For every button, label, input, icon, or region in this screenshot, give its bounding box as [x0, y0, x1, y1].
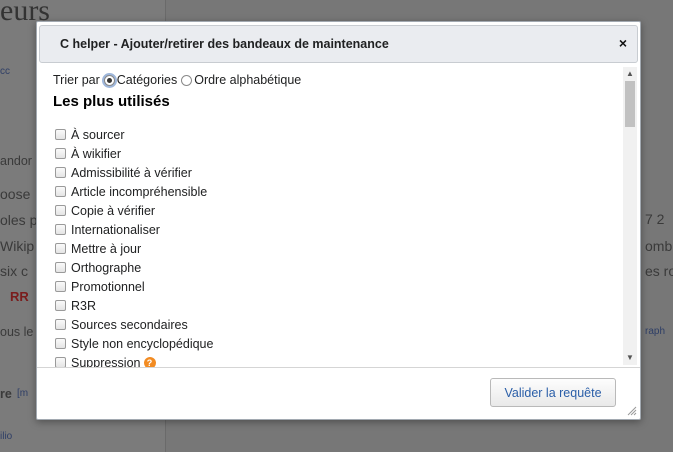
- template-label[interactable]: Suppression: [71, 356, 141, 368]
- list-item: R3R: [55, 296, 213, 315]
- template-checkbox[interactable]: [55, 129, 66, 140]
- background-text: re: [0, 387, 12, 401]
- background-link: ilio: [0, 431, 13, 442]
- resize-grip-icon[interactable]: [627, 406, 637, 416]
- template-label[interactable]: Sources secondaires: [71, 318, 188, 332]
- sort-alphabetical-radio[interactable]: [181, 74, 193, 86]
- template-label[interactable]: Internationaliser: [71, 223, 160, 237]
- template-checkbox[interactable]: [55, 262, 66, 273]
- list-item: Sources secondaires: [55, 315, 213, 334]
- background-text: omb: [645, 238, 673, 254]
- sort-options: Trier par Catégories Ordre alphabétique: [53, 73, 301, 87]
- template-label[interactable]: Promotionnel: [71, 280, 145, 294]
- list-item: Style non encyclopédique: [55, 334, 213, 353]
- scrollbar[interactable]: ▲ ▼: [623, 67, 637, 365]
- scrollbar-thumb[interactable]: [625, 81, 635, 127]
- template-checkbox[interactable]: [55, 167, 66, 178]
- background-text: cc: [0, 66, 10, 77]
- template-checkbox[interactable]: [55, 357, 66, 367]
- list-item: Admissibilité à vérifier: [55, 163, 213, 182]
- background-text: six c: [0, 263, 28, 279]
- background-text: RR: [10, 289, 29, 304]
- template-checkbox[interactable]: [55, 300, 66, 311]
- dialog-content: Trier par Catégories Ordre alphabétique …: [37, 65, 640, 367]
- template-label[interactable]: R3R: [71, 299, 96, 313]
- sort-categories-label[interactable]: Catégories: [117, 73, 177, 87]
- background-text: andor: [0, 154, 32, 168]
- list-item: À wikifier: [55, 144, 213, 163]
- list-item: Copie à vérifier: [55, 201, 213, 220]
- sort-label: Trier par: [53, 73, 100, 87]
- list-item: Internationaliser: [55, 220, 213, 239]
- background-link: raph: [645, 326, 666, 337]
- list-item: Mettre à jour: [55, 239, 213, 258]
- template-checkbox[interactable]: [55, 205, 66, 216]
- sort-categories-radio[interactable]: [103, 74, 115, 86]
- template-list: À sourcer À wikifier Admissibilité à vér…: [55, 125, 213, 367]
- background-text: 7 2: [645, 211, 665, 227]
- background-text: oles p: [0, 212, 38, 228]
- section-title: Les plus utilisés: [53, 93, 170, 110]
- template-label[interactable]: Article incompréhensible: [71, 185, 207, 199]
- maintenance-banner-dialog: C helper - Ajouter/retirer des bandeaux …: [36, 21, 641, 420]
- list-item: Promotionnel: [55, 277, 213, 296]
- list-item: Orthographe: [55, 258, 213, 277]
- template-label[interactable]: Mettre à jour: [71, 242, 141, 256]
- template-checkbox[interactable]: [55, 319, 66, 330]
- template-label[interactable]: Orthographe: [71, 261, 141, 275]
- template-checkbox[interactable]: [55, 224, 66, 235]
- list-item: Suppression?: [55, 353, 213, 367]
- template-checkbox[interactable]: [55, 243, 66, 254]
- background-text: ous le: [0, 325, 34, 339]
- sort-alphabetical-label[interactable]: Ordre alphabétique: [194, 73, 301, 87]
- template-checkbox[interactable]: [55, 186, 66, 197]
- dialog-footer: Valider la requête: [37, 367, 640, 420]
- list-item: Article incompréhensible: [55, 182, 213, 201]
- template-label[interactable]: À wikifier: [71, 147, 121, 161]
- template-checkbox[interactable]: [55, 338, 66, 349]
- template-label[interactable]: Style non encyclopédique: [71, 337, 213, 351]
- background-link: [m: [17, 388, 29, 399]
- template-label[interactable]: À sourcer: [71, 128, 125, 142]
- scroll-down-icon[interactable]: ▼: [626, 354, 634, 362]
- template-label[interactable]: Copie à vérifier: [71, 204, 155, 218]
- scroll-up-icon[interactable]: ▲: [626, 70, 634, 78]
- template-checkbox[interactable]: [55, 281, 66, 292]
- list-item: À sourcer: [55, 125, 213, 144]
- dialog-titlebar[interactable]: C helper - Ajouter/retirer des bandeaux …: [39, 25, 638, 63]
- template-checkbox[interactable]: [55, 148, 66, 159]
- background-text: oose: [0, 186, 31, 202]
- help-icon[interactable]: ?: [143, 356, 156, 367]
- background-text: Wikip: [0, 238, 35, 254]
- submit-request-button[interactable]: Valider la requête: [490, 378, 616, 407]
- template-label[interactable]: Admissibilité à vérifier: [71, 166, 192, 180]
- background-text: es ro: [645, 263, 673, 279]
- close-icon[interactable]: ×: [619, 35, 627, 51]
- dialog-title: C helper - Ajouter/retirer des bandeaux …: [60, 37, 389, 51]
